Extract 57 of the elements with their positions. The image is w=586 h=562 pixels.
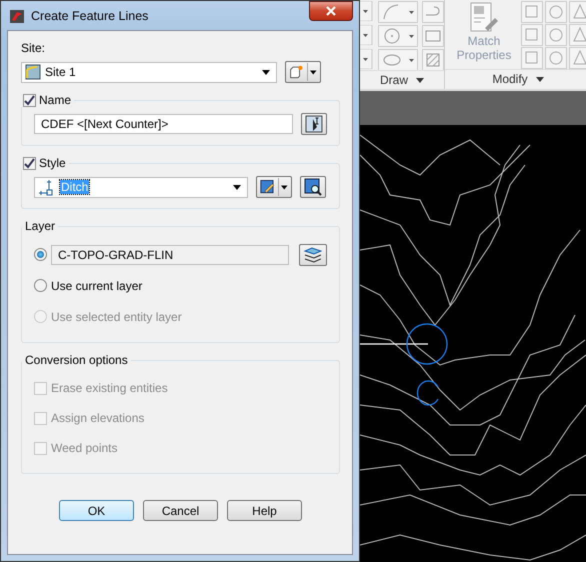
site-icon (25, 64, 41, 80)
layer-option-label: Use selected entity layer (51, 310, 182, 324)
new-shape-icon (289, 63, 304, 81)
name-template-button[interactable] (301, 113, 327, 135)
option-label: Assign elevations (51, 411, 144, 425)
hatch-icon[interactable] (422, 49, 444, 70)
modify-tool-icon[interactable] (569, 1, 586, 23)
dropdown-arrow-icon (310, 70, 317, 74)
layer-button[interactable] (299, 244, 327, 266)
app-icon (9, 8, 25, 24)
close-icon (326, 6, 336, 16)
dropdown-arrow-icon (233, 184, 241, 190)
site-label: Site: (21, 41, 46, 55)
dialog-button[interactable]: Help (227, 500, 302, 521)
modify-tool-icon[interactable] (545, 1, 567, 23)
layer-radio[interactable] (34, 279, 47, 292)
dropdown-arrow-icon (281, 184, 288, 190)
arc-icon[interactable] (378, 1, 418, 23)
site-dropdown[interactable]: Site 1 (21, 62, 277, 82)
modify-tool-icon[interactable] (545, 24, 567, 46)
name-label: Name (39, 93, 72, 107)
modify-tool-icon[interactable] (545, 47, 567, 69)
name-checkbox[interactable] (23, 94, 36, 106)
text-cursor-icon (305, 115, 323, 133)
modify-tool-icon[interactable] (569, 24, 586, 46)
layer-radio[interactable] (34, 248, 47, 261)
option-label: Erase existing entities (51, 381, 168, 395)
window-title: Create Feature Lines (31, 8, 148, 22)
close-button[interactable] (309, 1, 353, 21)
dropdown-arrow-icon[interactable] (360, 25, 374, 45)
layer-field[interactable]: C-TOPO-GRAD-FLIN (51, 244, 290, 264)
layers-icon (303, 246, 323, 264)
style-checkbox[interactable] (23, 156, 36, 170)
draw-panel-label[interactable]: Draw (360, 70, 444, 89)
edit-style-button[interactable] (256, 176, 292, 198)
modify-tool-icon[interactable] (521, 1, 543, 23)
preview-style-button[interactable] (300, 176, 326, 198)
dropdown-arrow-icon[interactable] (360, 49, 374, 69)
layer-group-title: Layer (25, 219, 56, 233)
new-site-button[interactable] (285, 61, 321, 83)
modify-tool-icon[interactable] (521, 47, 543, 69)
modify-tool-icon[interactable] (521, 24, 543, 46)
dialog-button[interactable]: OK (59, 500, 134, 521)
style-label: Style (39, 156, 66, 170)
option-label: Weed points (51, 441, 118, 455)
modify-tool-icon[interactable] (569, 47, 586, 69)
conversion-group-title: Conversion options (25, 353, 128, 367)
name-field[interactable]: CDEF <[Next Counter]> (34, 114, 294, 134)
polyline-icon[interactable] (422, 1, 444, 23)
dropdown-arrow-icon[interactable] (360, 1, 374, 21)
dialog-button[interactable]: Cancel (143, 500, 218, 521)
modify-panel-label[interactable]: Modify (445, 69, 586, 88)
zoom-icon (304, 178, 322, 196)
edit-icon (260, 178, 275, 196)
rectangle-icon[interactable] (422, 25, 444, 47)
layer-option-label: Use current layer (51, 278, 142, 292)
dropdown-arrow-icon (262, 70, 270, 74)
